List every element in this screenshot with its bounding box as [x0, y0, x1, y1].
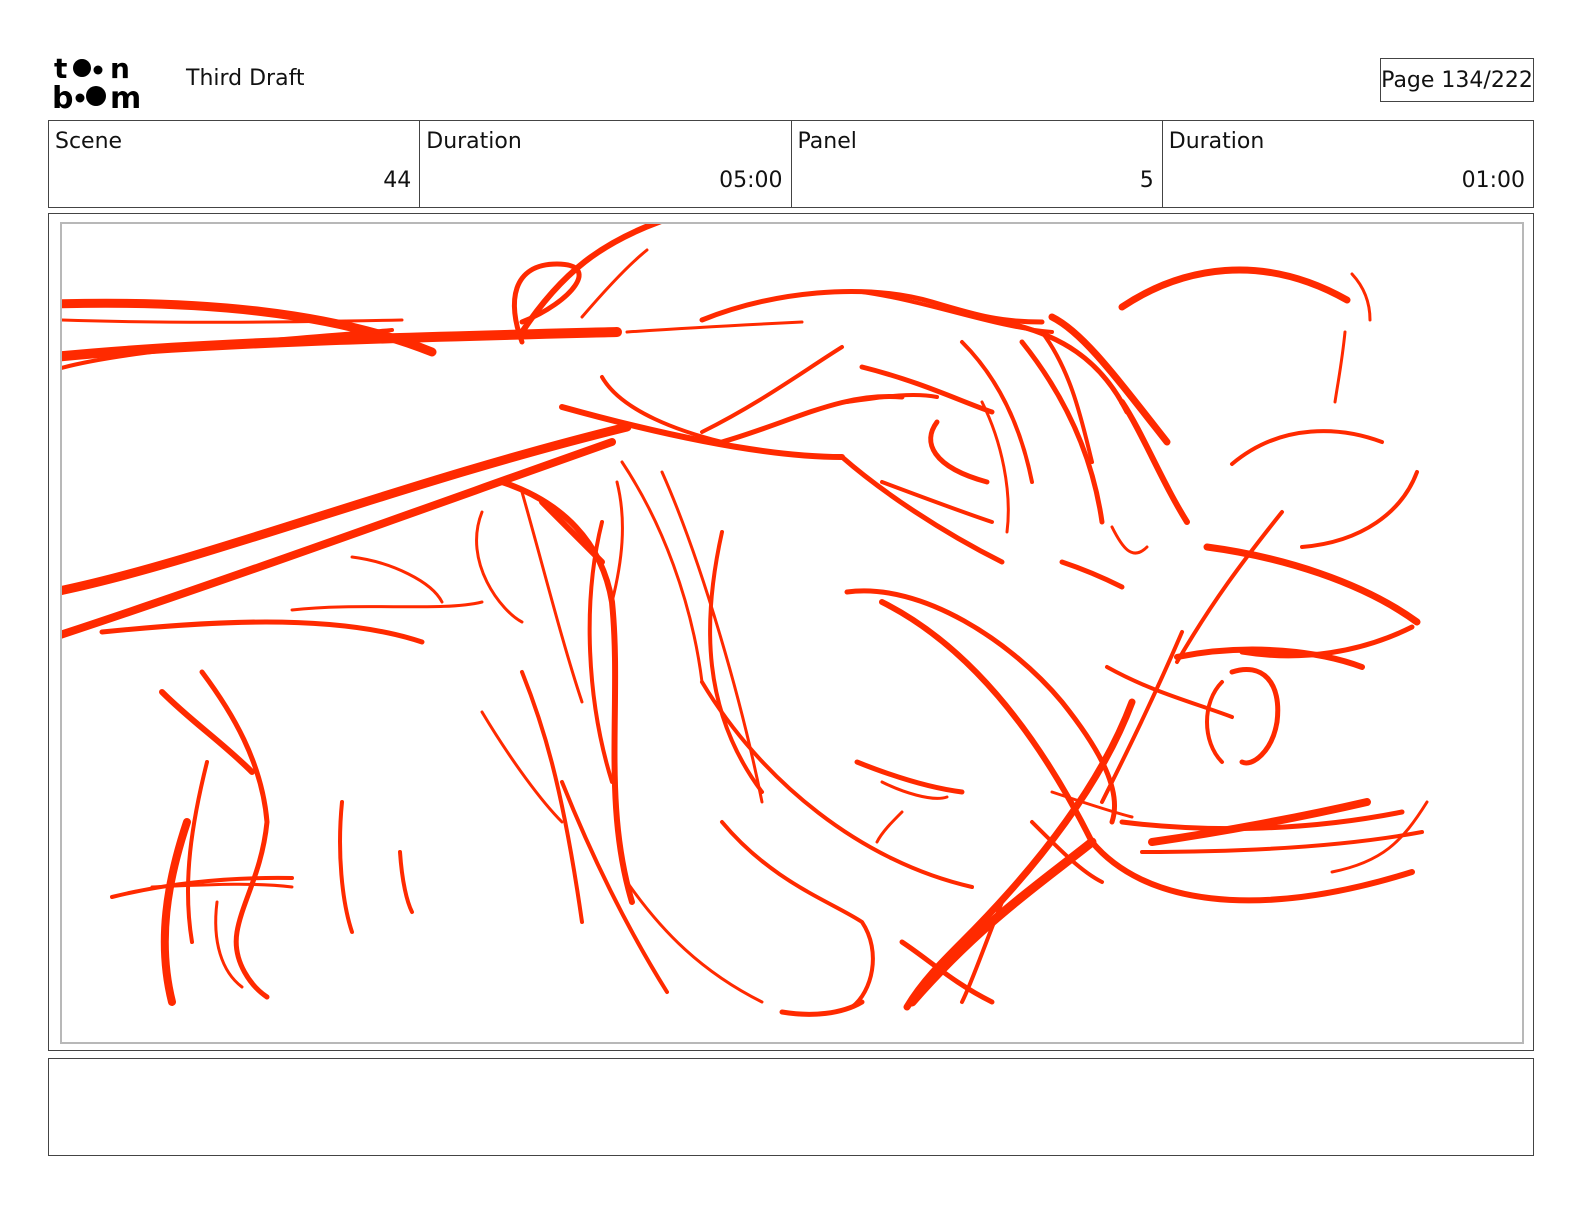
panel-duration-value: 01:00 — [1461, 168, 1525, 193]
panel-value: 5 — [1139, 168, 1154, 193]
storyboard-panel — [60, 222, 1524, 1044]
scene-duration-value: 05:00 — [719, 168, 783, 193]
svg-text:m: m — [110, 81, 141, 110]
panel-duration-cell: Duration 01:00 — [1161, 121, 1533, 207]
scene-info-table: Scene 44 Duration 05:00 Panel 5 Duration… — [48, 120, 1534, 208]
page-indicator: Page 134/222 — [1380, 58, 1534, 102]
svg-text:b: b — [52, 81, 73, 110]
sketch-strokes — [62, 224, 1429, 1017]
panel-duration-label: Duration — [1168, 129, 1265, 154]
toon-boom-logo: t n b m — [52, 52, 141, 110]
scene-duration-label: Duration — [426, 129, 522, 154]
panel-cell: Panel 5 — [790, 121, 1162, 207]
scene-cell: Scene 44 — [49, 121, 419, 207]
panel-notes-box — [48, 1058, 1534, 1156]
scene-duration-cell: Duration 05:00 — [419, 121, 790, 207]
scene-value: 44 — [383, 168, 412, 193]
scene-label: Scene — [55, 129, 123, 154]
panel-label: Panel — [797, 129, 857, 154]
panel-sketch — [62, 224, 1429, 1017]
draft-title: Third Draft — [186, 66, 305, 91]
